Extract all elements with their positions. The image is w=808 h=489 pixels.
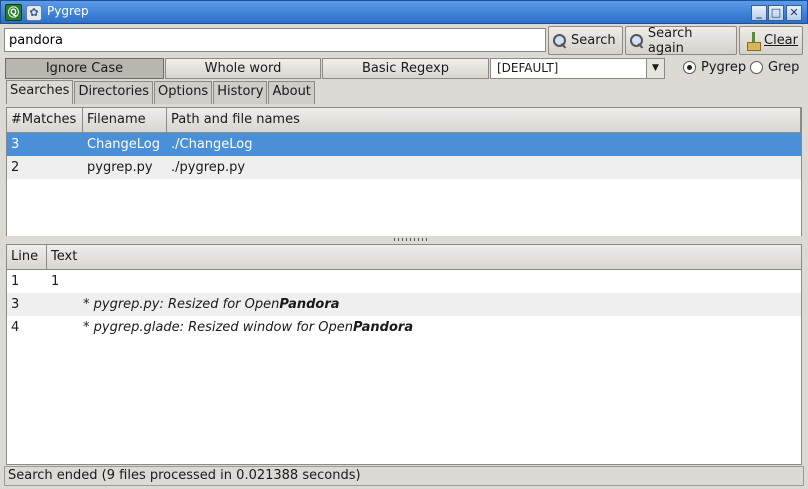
radio-pygrep-label: Pygrep	[701, 60, 747, 75]
lines-table: Line Text 1 1 3 * pygrep.py: Resized for…	[6, 244, 802, 465]
files-table: #Matches Filename Path and file names 3 …	[6, 107, 802, 237]
col-matches[interactable]: #Matches	[7, 108, 83, 132]
tab-about[interactable]: About	[268, 81, 315, 104]
tab-directories[interactable]: Directories	[74, 81, 154, 104]
ignore-case-toggle[interactable]: Ignore Case	[5, 58, 164, 79]
options-row: Ignore Case Whole word Basic Regexp [DEF…	[0, 56, 808, 80]
search-icon	[553, 33, 567, 48]
cell-filename: ChangeLog	[87, 137, 160, 152]
tab-searches[interactable]: Searches	[6, 80, 74, 104]
cell-text: * pygrep.glade: Resized window for OpenP…	[47, 320, 417, 335]
cell-line: 3	[11, 297, 20, 312]
pane-splitter[interactable]	[6, 236, 802, 244]
search-button[interactable]: Search	[548, 26, 623, 55]
cell-matches: 3	[11, 137, 20, 152]
table-row[interactable]: 3 ChangeLog ./ChangeLog	[7, 133, 801, 156]
radio-grep[interactable]: Grep	[750, 60, 799, 75]
radio-pygrep-dot[interactable]	[683, 61, 696, 74]
cell-text-pre: 1	[51, 274, 60, 289]
col-filename[interactable]: Filename	[83, 108, 167, 132]
radio-grep-dot[interactable]	[750, 61, 763, 74]
radio-pygrep[interactable]: Pygrep	[683, 60, 746, 75]
maximize-icon[interactable]: □	[768, 5, 784, 21]
search-button-label: Search	[571, 33, 616, 48]
col-path[interactable]: Path and file names	[167, 108, 801, 132]
window-title: Pygrep	[47, 4, 89, 18]
cell-line: 1	[11, 274, 20, 289]
cell-text-match: Pandora	[352, 320, 414, 335]
table-row[interactable]: 1 1	[7, 270, 801, 293]
cell-text: 1	[47, 274, 63, 289]
search-toolbar: Search Search again Clear	[0, 24, 808, 56]
window-menu-icon[interactable]: ✿	[26, 5, 42, 21]
search-input[interactable]	[4, 28, 546, 52]
whole-word-toggle[interactable]: Whole word	[165, 58, 321, 79]
search-again-button[interactable]: Search again	[625, 25, 737, 56]
preset-combo-value: [DEFAULT]	[497, 61, 559, 75]
cell-filename: pygrep.py	[87, 160, 153, 175]
radio-grep-label: Grep	[768, 60, 800, 75]
cell-text: * pygrep.py: Resized for OpenPandora	[47, 297, 344, 312]
table-row[interactable]: 4 * pygrep.glade: Resized window for Ope…	[7, 316, 801, 339]
files-table-header: #Matches Filename Path and file names	[7, 108, 801, 133]
cell-text-pre: * pygrep.glade: Resized window for Open	[83, 320, 353, 335]
splitter-grip-icon[interactable]	[394, 238, 430, 241]
cell-text-match: Pandora	[279, 297, 340, 312]
cell-matches: 2	[11, 160, 20, 175]
cell-path: ./pygrep.py	[171, 160, 246, 175]
preset-combo[interactable]: [DEFAULT] ▼	[490, 58, 665, 79]
search-again-label: Search again	[647, 25, 693, 56]
search-again-icon	[630, 33, 644, 48]
table-row[interactable]: 3 * pygrep.py: Resized for OpenPandora	[7, 293, 801, 316]
chevron-down-icon[interactable]: ▼	[646, 59, 664, 78]
col-text[interactable]: Text	[47, 245, 801, 269]
clear-label: Clear	[764, 33, 798, 48]
minimize-icon[interactable]: _	[751, 5, 767, 21]
close-icon[interactable]: ✕	[786, 5, 802, 21]
app-icon: Ⓠ	[5, 4, 22, 21]
title-bar: Ⓠ ✿ Pygrep _ □ ✕	[0, 0, 808, 24]
basic-regexp-toggle[interactable]: Basic Regexp	[322, 58, 489, 79]
col-line[interactable]: Line	[7, 245, 47, 269]
tab-bar: Searches Directories Options History Abo…	[6, 80, 316, 105]
table-row[interactable]: 2 pygrep.py ./pygrep.py	[7, 156, 801, 179]
cell-path: ./ChangeLog	[171, 137, 253, 152]
clear-icon	[744, 31, 761, 51]
tab-options[interactable]: Options	[154, 81, 213, 104]
cell-text-pre: * pygrep.py: Resized for Open	[83, 297, 280, 312]
cell-line: 4	[11, 320, 20, 335]
clear-button[interactable]: Clear	[739, 26, 803, 55]
tab-history[interactable]: History	[213, 81, 268, 104]
lines-table-header: Line Text	[7, 245, 801, 270]
status-bar: Search ended (9 files processed in 0.021…	[4, 466, 804, 486]
